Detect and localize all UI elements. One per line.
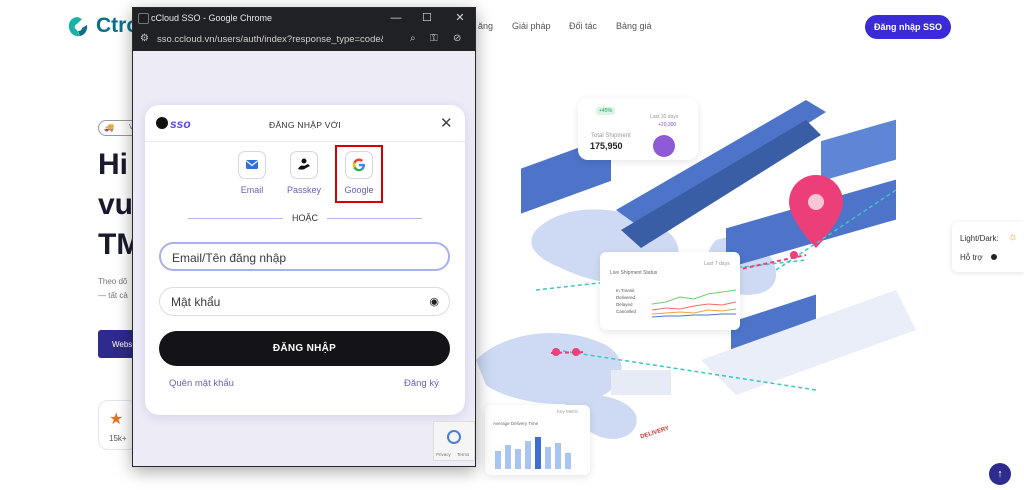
live-status-title: Live Shipment Status — [610, 270, 658, 276]
shipment-card-value: 175,950 — [590, 141, 623, 151]
login-with-heading: ĐĂNG NHẬP VỚI — [269, 120, 341, 130]
nav-item-pricing[interactable]: Bảng giá — [616, 21, 652, 31]
minimize-icon[interactable]: — — [387, 10, 405, 27]
email-field-placeholder: Email/Tên đăng nhập — [172, 251, 287, 265]
card-header-divider — [145, 141, 465, 142]
page: Ctro ăng Giải pháp Đối tác Bảng giá Đăng… — [0, 0, 1024, 490]
zoom-icon[interactable]: ⌕ — [410, 33, 416, 44]
provider-passkey-label: Passkey — [286, 185, 321, 195]
password-field[interactable]: Mật khẩu ◉ — [159, 287, 450, 316]
sso-login-card: sso ĐĂNG NHẬP VỚI ✕ Email Passkey Google… — [145, 105, 465, 415]
side-widget: Light/Dark: ☼ Hỗ trợ — [952, 222, 1024, 272]
live-status-lines — [652, 289, 736, 318]
site-info-icon[interactable]: ⚙ — [140, 33, 149, 44]
nav-item-partners[interactable]: Đối tác — [569, 21, 597, 31]
hero-stat-value: 15k+ — [109, 434, 127, 443]
password-key-icon[interactable]: ⚿ — [430, 33, 438, 44]
chrome-app-icon — [138, 13, 149, 24]
live-status-period: Last 7 days — [704, 261, 730, 267]
delivery-time-sub: Key Metric — [557, 409, 579, 414]
chrome-popup-window: cCloud SSO - Google Chrome — ☐ ✕ ⚙ sso.c… — [132, 7, 476, 467]
hero-description-line-1: Theo dõ — [98, 277, 128, 286]
window-title: cCloud SSO - Google Chrome — [151, 13, 273, 23]
support-label[interactable]: Hỗ trợ — [960, 253, 983, 262]
shipment-card: +45% Last 30 days +20,300 Total Shipment… — [578, 98, 698, 160]
theme-toggle-label: Light/Dark: — [960, 234, 999, 243]
google-highlight-box — [335, 145, 383, 203]
shipment-card-period: Last 30 days — [650, 114, 679, 120]
hero-title-line-1: Hi — [98, 148, 128, 181]
support-status-dot — [991, 254, 997, 260]
envelope-icon — [238, 151, 266, 179]
close-window-icon[interactable]: ✕ — [451, 10, 469, 27]
star-icon: ★ — [109, 411, 124, 428]
window-titlebar: cCloud SSO - Google Chrome — ☐ ✕ — [133, 8, 475, 29]
delivery-time-bars — [495, 437, 571, 469]
sun-icon[interactable]: ☼ — [1008, 231, 1018, 243]
close-icon[interactable]: ✕ — [440, 114, 453, 132]
or-divider-right — [327, 218, 422, 219]
recaptcha-terms-link[interactable]: Terms — [457, 452, 469, 457]
sso-login-button[interactable]: Đăng nhập SSO — [865, 15, 951, 39]
live-status-card: Live Shipment Status Last 7 days In Tran… — [600, 252, 740, 330]
password-field-placeholder: Mật khẩu — [171, 295, 221, 309]
passkey-icon — [290, 151, 318, 179]
recaptcha-privacy-link[interactable]: Privacy — [436, 452, 451, 457]
maximize-icon[interactable]: ☐ — [418, 10, 436, 27]
nav-item-solutions[interactable]: Giải pháp — [512, 21, 551, 31]
legend-in-transit: In Transit — [616, 288, 635, 293]
ctro-logo-icon — [68, 17, 88, 37]
shipment-card-badge: +45% — [596, 107, 615, 115]
scroll-to-top-button[interactable]: ↑ — [989, 463, 1011, 485]
truck-icon: 🚚 — [104, 123, 114, 132]
nav-item-features[interactable]: ăng — [478, 21, 493, 31]
provider-passkey-button[interactable]: Passkey — [284, 151, 324, 195]
shipment-card-delta: +20,300 — [658, 122, 677, 128]
legend-delayed: Delayed — [616, 302, 633, 307]
delivery-time-card: Average Delivery Time Key Metric — [485, 405, 590, 475]
provider-email-label: Email — [240, 185, 264, 195]
legend-delivered: Delivered — [616, 295, 636, 300]
provider-email-button[interactable]: Email — [232, 151, 272, 195]
eye-icon[interactable]: ◉ — [429, 295, 439, 308]
van-white — [611, 370, 671, 395]
hero-description-line-2: — tất cả — [98, 291, 128, 300]
eye-slash-icon[interactable]: ⊘ — [453, 33, 461, 44]
recaptcha-badge[interactable]: Privacy Terms — [433, 421, 475, 461]
address-bar[interactable]: ⚙ sso.ccloud.vn/users/auth/index?respons… — [133, 29, 475, 51]
email-field[interactable]: Email/Tên đăng nhập — [159, 242, 450, 271]
login-submit-button[interactable]: ĐĂNG NHẬP — [159, 331, 450, 366]
truck-icon — [653, 135, 675, 157]
shipment-card-label: Total Shipment — [591, 133, 631, 139]
hero-title-line-2: vu — [98, 188, 134, 221]
url-text[interactable]: sso.ccloud.vn/users/auth/index?response_… — [157, 34, 383, 45]
register-link[interactable]: Đăng ký — [404, 378, 439, 389]
legend-cancelled: Cancelled — [616, 309, 637, 314]
recaptcha-icon — [447, 430, 461, 444]
arrow-up-icon: ↑ — [997, 468, 1003, 480]
delivery-time-title: Average Delivery Time — [493, 421, 539, 426]
forgot-password-link[interactable]: Quên mật khẩu — [169, 378, 234, 389]
